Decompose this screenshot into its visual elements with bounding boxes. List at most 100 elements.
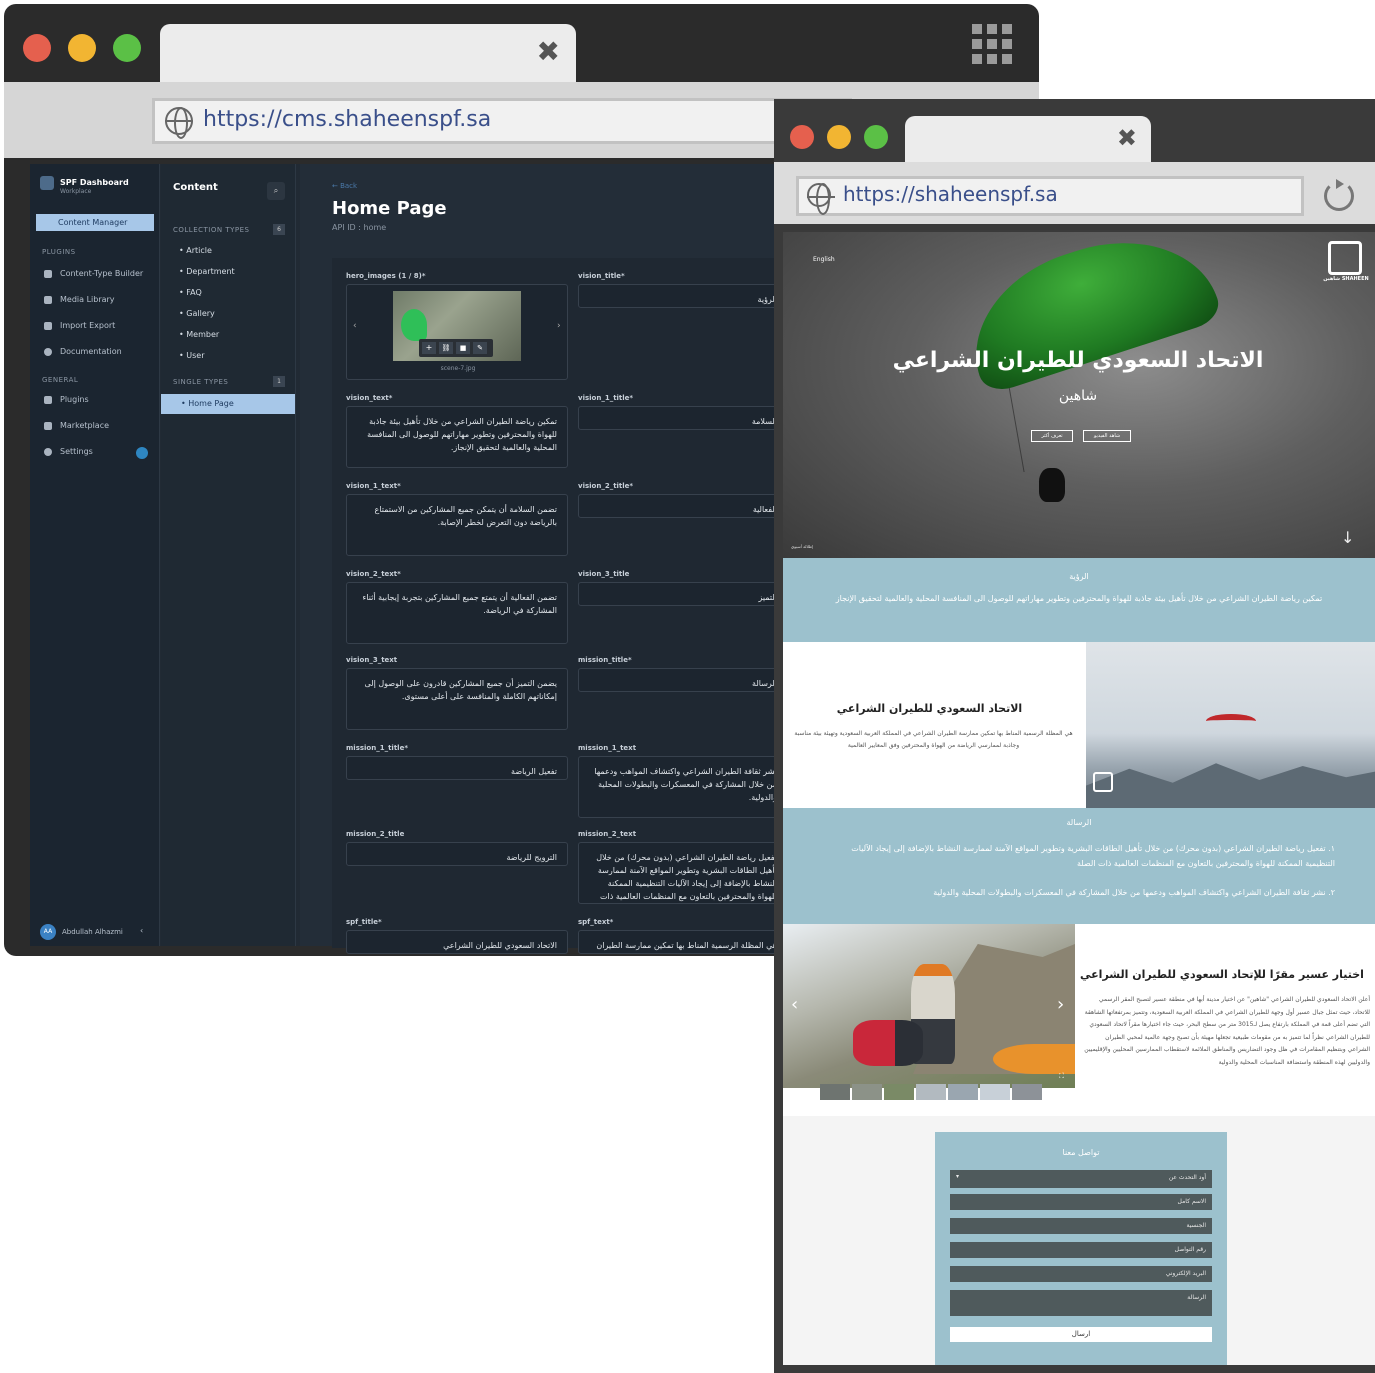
vision-text-field[interactable]: تمكين رياضة الطيران الشراعي من خلال تأهي… [346,406,568,468]
settings-gear-icon [44,448,52,456]
about-title: الاتحاد السعودي للطيران الشراعي [836,702,1023,715]
phone-field[interactable]: رقم التواصل [950,1242,1212,1258]
vision-3-text-field[interactable]: يضمن التميز أن جميع المشاركين قادرون على… [346,668,568,730]
vision-title-field[interactable]: الرؤية [578,284,788,308]
single-home-page[interactable]: • Home Page [161,394,295,414]
hero-image-preview: + ⛓ ■ ✎ [393,291,521,361]
nav-content-manager[interactable]: Content Manager [36,214,154,231]
learn-more-button[interactable]: تعرف أكثر [1031,430,1073,442]
image-actions: + ⛓ ■ ✎ [419,339,493,357]
collection-user[interactable]: • User [179,351,205,360]
add-icon[interactable]: + [422,342,436,354]
close-tab-icon[interactable]: ✖ [537,38,560,66]
address-bar[interactable]: https://shaheenspf.sa [796,176,1304,216]
spf-title-field[interactable]: الاتحاد السعودي للطيران الشراعي [346,930,568,954]
scroll-down-icon[interactable]: ↓ [1341,528,1354,547]
topic-select[interactable]: أود التحدث عن ▾ [950,1170,1212,1188]
minimize-window-dot[interactable] [827,125,851,149]
back-link[interactable]: ← Back [332,182,357,190]
spf-text-field[interactable]: هي المظلة الرسمية المناط بها تمكين ممارس… [578,930,788,954]
email-field[interactable]: البريد الإلكتروني [950,1266,1212,1282]
close-window-dot[interactable] [790,125,814,149]
about-text: هي المظلة الرسمية المناط بها تمكين ممارس… [794,730,1073,749]
nav-marketplace[interactable]: Marketplace [60,421,109,430]
thumbnail[interactable] [884,1084,914,1100]
nav-documentation[interactable]: Documentation [60,347,122,356]
user-name[interactable]: Abdullah Alhazmi [62,928,123,936]
full-name-field[interactable]: الاسم كامل [950,1194,1212,1210]
avatar[interactable]: AA [40,924,56,940]
collection-label: Article [186,246,212,255]
slider-prev-icon[interactable]: ‹ [791,994,798,1015]
maximize-window-dot[interactable] [113,34,141,62]
nav-content-type-builder[interactable]: Content-Type Builder [60,269,143,278]
address-bar[interactable]: https://cms.shaheenspf.sa [152,98,852,144]
single-types-label: SINGLE TYPES [173,378,229,386]
link-icon[interactable]: ⛓ [439,342,453,354]
mission-2-text-field[interactable]: تفعيل رياضة الطيران الشراعي (بدون محرك) … [578,842,788,904]
browser-tab[interactable]: ✖ [905,116,1151,166]
vision-2-text-field[interactable]: تضمن الفعالية أن يتمتع جميع المشاركين بت… [346,582,568,644]
vision-1-title-field[interactable]: السلامة [578,406,788,430]
slider-next-icon[interactable]: › [1057,994,1064,1015]
mission-2-title-field[interactable]: الترويج للرياضة [346,842,568,866]
spf-text-label: spf_text* [578,918,614,926]
globe-icon [807,183,835,215]
reload-icon[interactable] [1324,179,1354,211]
nav-media-library[interactable]: Media Library [60,295,115,304]
search-icon[interactable]: ⌕ [267,182,285,200]
apps-grid-icon[interactable] [972,24,1012,64]
language-link[interactable]: English [813,256,835,263]
vision-2-title-label: vision_2_title* [578,482,634,490]
thumbnail[interactable] [820,1084,850,1100]
collapse-chevron-icon[interactable]: ‹ [140,926,143,935]
edit-icon[interactable]: ✎ [473,342,487,354]
url-text[interactable]: https://shaheenspf.sa [843,182,1058,206]
close-tab-icon[interactable]: ✖ [1117,126,1137,150]
collection-gallery[interactable]: • Gallery [179,309,215,318]
mission-title-label: mission_title* [578,656,632,664]
vision-1-text-field[interactable]: تضمن السلامة أن يتمكن جميع المشاركين من … [346,494,568,556]
paraglider-pilot [1039,468,1065,502]
mission-title-field[interactable]: الرسالة [578,668,788,692]
url-text[interactable]: https://cms.shaheenspf.sa [203,107,491,132]
close-window-dot[interactable] [23,34,51,62]
shaheen-logo-icon[interactable] [1328,241,1362,275]
maximize-window-dot[interactable] [864,125,888,149]
collection-article[interactable]: • Article [179,246,212,255]
collection-label: Member [186,330,220,339]
slider-thumbnails[interactable] [820,1084,1042,1100]
mission-1-title-field[interactable]: تفعيل الرياضة [346,756,568,780]
submit-button[interactable]: ارسال [950,1327,1212,1342]
vision-3-title-label: vision_3_title [578,570,630,578]
thumbnail[interactable] [916,1084,946,1100]
minimize-window-dot[interactable] [68,34,96,62]
thumbnail[interactable] [980,1084,1010,1100]
mission-1-text-field[interactable]: نشر ثقافة الطيران الشراعي واكتشاف المواه… [578,756,788,818]
prev-image-icon[interactable]: ‹ [353,321,357,331]
mission-item-1: ١. تفعيل رياضة الطيران الشراعي (بدون محر… [851,844,1335,868]
collection-faq[interactable]: • FAQ [179,288,202,297]
nav-plugins[interactable]: Plugins [60,395,89,404]
single-type-label: Home Page [188,399,234,408]
thumbnail[interactable] [948,1084,978,1100]
vision-3-title-field[interactable]: التميز [578,582,788,606]
thumbnail[interactable] [1012,1084,1042,1100]
nav-settings[interactable]: Settings [60,447,93,456]
next-image-icon[interactable]: › [557,321,561,331]
hero-title: الاتحاد السعودي للطيران الشراعي [892,348,1264,373]
contact-form: تواصل معنا أود التحدث عن ▾ الاسم كامل ال… [935,1132,1227,1365]
nationality-field[interactable]: الجنسية [950,1218,1212,1234]
collection-member[interactable]: • Member [179,330,219,339]
watch-video-button[interactable]: شاهد الفيديو [1083,430,1131,442]
delete-icon[interactable]: ■ [456,342,470,354]
vision-2-title-field[interactable]: الفعالية [578,494,788,518]
vision-1-title-label: vision_1_title* [578,394,634,402]
image-uploader[interactable]: + ⛓ ■ ✎ ‹ › scene-7.jpg [346,284,568,380]
browser-tab[interactable]: ✖ [160,24,576,84]
message-field[interactable]: الرسالة [950,1290,1212,1316]
fullscreen-icon[interactable]: ⛶ [1059,1072,1064,1081]
thumbnail[interactable] [852,1084,882,1100]
nav-import-export[interactable]: Import Export [60,321,115,330]
collection-department[interactable]: • Department [179,267,235,276]
